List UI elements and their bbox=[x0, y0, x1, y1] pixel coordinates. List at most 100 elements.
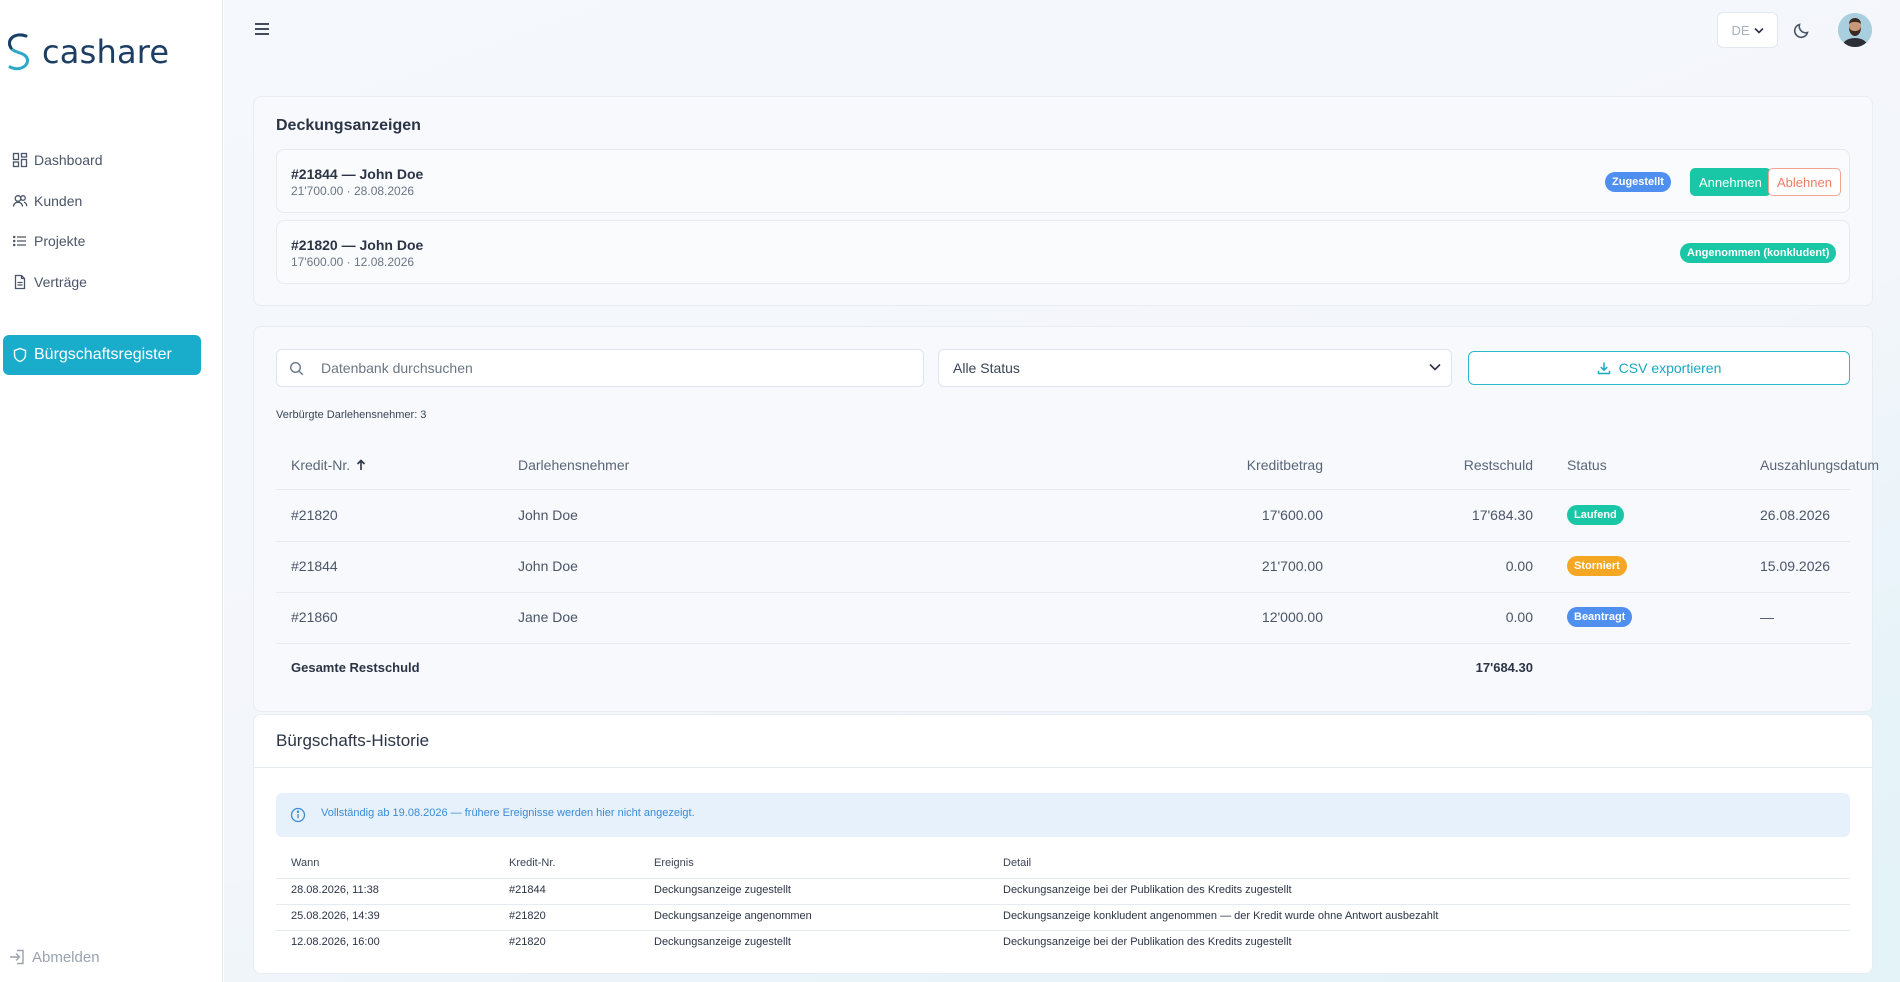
cell-restschuld: 17'684.30 bbox=[1471, 507, 1533, 523]
sidebar-item-buergschaftsregister[interactable]: Bürgschaftsregister bbox=[3, 335, 201, 375]
info-alert: Vollständig ab 19.08.2026 — frühere Erei… bbox=[276, 793, 1850, 837]
cell-ereignis: Deckungsanzeige angenommen bbox=[654, 910, 812, 922]
divider bbox=[276, 878, 1850, 879]
column-header-darlehensnehmer[interactable]: Darlehensnehmer bbox=[518, 457, 629, 473]
hamburger-icon bbox=[255, 23, 269, 35]
status-badge: Storniert bbox=[1567, 556, 1627, 576]
avatar-icon bbox=[1838, 13, 1872, 47]
column-header-restschuld[interactable]: Restschuld bbox=[1254, 457, 1533, 473]
search-field[interactable] bbox=[276, 349, 924, 387]
status-badge: Angenommen (konkludent) bbox=[1680, 243, 1837, 263]
column-label: Kredit-Nr. bbox=[291, 457, 351, 473]
cell-kredit-nr: #21844 bbox=[509, 884, 546, 896]
divider bbox=[276, 592, 1850, 593]
cell-kredit-nr: #21820 bbox=[509, 936, 546, 948]
sidebar-item-vertraege[interactable]: Verträge bbox=[3, 262, 201, 302]
sidebar-item-label: Kunden bbox=[34, 193, 83, 209]
notice-title: #21820 — John Doe bbox=[291, 237, 424, 253]
cell-kredit-nr: #21820 bbox=[509, 910, 546, 922]
sidebar-item-label: Dashboard bbox=[34, 152, 103, 168]
notice-subtitle: 21'700.00 · 28.08.2026 bbox=[291, 184, 415, 198]
chevron-down-icon bbox=[1429, 363, 1441, 371]
notice-item: #21844 — John Doe 21'700.00 · 28.08.2026… bbox=[276, 149, 1850, 213]
status-filter-select[interactable]: Alle Status bbox=[938, 349, 1452, 387]
csv-export-button[interactable]: CSV exportieren bbox=[1468, 351, 1850, 385]
cell-auszahlungsdatum: 26.08.2026 bbox=[1760, 507, 1831, 523]
column-header-kredit-nr: Kredit-Nr. bbox=[509, 857, 556, 869]
logo[interactable]: cashare bbox=[4, 30, 169, 74]
cell-wann: 28.08.2026, 11:38 bbox=[291, 884, 379, 896]
shield-icon bbox=[12, 347, 28, 363]
cell-ereignis: Deckungsanzeige zugestellt bbox=[654, 884, 791, 896]
coverage-notices-title: Deckungsanzeigen bbox=[276, 117, 421, 134]
cell-wann: 12.08.2026, 16:00 bbox=[291, 936, 380, 948]
cell-darlehensnehmer: Jane Doe bbox=[518, 609, 578, 625]
column-header-ereignis: Ereignis bbox=[654, 857, 694, 869]
search-input[interactable] bbox=[321, 350, 911, 386]
cell-restschuld: 0.00 bbox=[1505, 609, 1533, 625]
sidebar-item-label: Projekte bbox=[34, 233, 86, 249]
cell-detail: Deckungsanzeige konkludent angenommen — … bbox=[1003, 910, 1439, 922]
logo-icon bbox=[8, 33, 30, 71]
column-header-kredit-nr[interactable]: Kredit-Nr. bbox=[291, 457, 366, 473]
download-icon bbox=[1597, 362, 1610, 375]
language-value: DE bbox=[1731, 22, 1750, 38]
total-value: 17'684.30 bbox=[1475, 660, 1533, 675]
sidebar-item-kunden[interactable]: Kunden bbox=[3, 181, 201, 221]
cell-ereignis: Deckungsanzeige zugestellt bbox=[654, 936, 791, 948]
sidebar: cashare Dashboard Kunden Projekte Verträ… bbox=[0, 0, 223, 982]
dashboard-icon bbox=[12, 152, 28, 168]
register-card: Alle Status CSV exportieren Verbürgte Da… bbox=[253, 326, 1879, 712]
brand-name: cashare bbox=[42, 33, 170, 71]
moon-icon bbox=[1793, 23, 1809, 39]
cell-darlehensnehmer: John Doe bbox=[518, 558, 578, 574]
search-icon bbox=[289, 361, 304, 376]
logout-button[interactable]: Abmelden bbox=[8, 948, 100, 966]
status-filter-value: Alle Status bbox=[953, 360, 1020, 376]
dark-mode-toggle[interactable] bbox=[1792, 20, 1812, 40]
csv-export-label: CSV exportieren bbox=[1618, 360, 1722, 376]
divider bbox=[276, 904, 1850, 905]
info-text: Vollständig ab 19.08.2026 — frühere Erei… bbox=[321, 807, 695, 819]
divider bbox=[276, 930, 1850, 931]
divider bbox=[254, 767, 1874, 768]
logout-icon bbox=[8, 948, 26, 966]
status-badge: Beantragt bbox=[1567, 607, 1633, 627]
column-header-kreditbetrag[interactable]: Kreditbetrag bbox=[834, 457, 1323, 473]
document-icon bbox=[12, 274, 28, 290]
logout-label: Abmelden bbox=[32, 948, 100, 966]
accept-button[interactable]: Annehmen bbox=[1690, 168, 1771, 196]
menu-toggle-button[interactable] bbox=[254, 22, 270, 36]
sidebar-item-projekte[interactable]: Projekte bbox=[3, 221, 201, 261]
divider bbox=[276, 541, 1850, 542]
column-header-wann: Wann bbox=[291, 857, 320, 869]
users-icon bbox=[12, 193, 28, 209]
column-header-status[interactable]: Status bbox=[1567, 457, 1607, 473]
sidebar-item-label: Bürgschaftsregister bbox=[34, 346, 172, 363]
status-badge: Laufend bbox=[1567, 505, 1624, 525]
cell-detail: Deckungsanzeige bei der Publikation des … bbox=[1003, 884, 1292, 896]
total-label: Gesamte Restschuld bbox=[291, 660, 420, 675]
cell-auszahlungsdatum: — bbox=[1760, 609, 1774, 625]
notice-subtitle: 17'600.00 · 12.08.2026 bbox=[291, 255, 415, 269]
divider bbox=[276, 643, 1850, 644]
divider bbox=[276, 489, 1850, 490]
borrower-count: Verbürgte Darlehensnehmer: 3 bbox=[276, 409, 427, 421]
history-title: Bürgschafts-Historie bbox=[276, 731, 430, 750]
notice-title: #21844 — John Doe bbox=[291, 166, 424, 182]
chevron-down-icon bbox=[1753, 27, 1764, 34]
history-card: Bürgschafts-Historie Vollständig ab 19.0… bbox=[253, 714, 1874, 974]
column-header-auszahlungsdatum[interactable]: Auszahlungsdatum bbox=[1760, 457, 1879, 473]
language-select[interactable]: DE bbox=[1717, 12, 1778, 48]
info-icon bbox=[290, 807, 306, 823]
cell-darlehensnehmer: John Doe bbox=[518, 507, 578, 523]
sidebar-item-label: Verträge bbox=[34, 274, 87, 290]
cell-restschuld: 0.00 bbox=[1505, 558, 1533, 574]
cell-kredit-nr: #21860 bbox=[291, 609, 338, 625]
notice-item: #21820 — John Doe 17'600.00 · 12.08.2026… bbox=[276, 220, 1850, 284]
reject-button[interactable]: Ablehnen bbox=[1768, 168, 1841, 196]
status-badge: Zugestellt bbox=[1605, 172, 1671, 192]
avatar[interactable] bbox=[1838, 13, 1872, 47]
sidebar-item-dashboard[interactable]: Dashboard bbox=[3, 140, 201, 180]
list-icon bbox=[12, 233, 28, 249]
